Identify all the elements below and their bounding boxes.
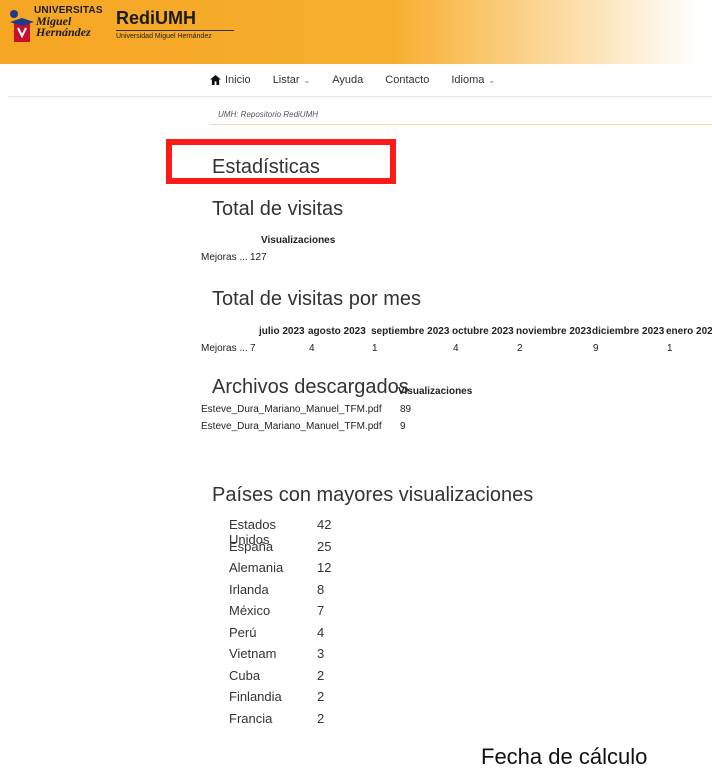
country-name: Irlanda	[229, 581, 269, 597]
country-value: 42	[317, 517, 332, 532]
download-file-name[interactable]: Esteve_Dura_Mariano_Manuel_TFM.pdf	[201, 404, 382, 415]
page-title: Estadísticas	[212, 156, 320, 178]
country-name: Francia	[229, 710, 273, 726]
nav-divider	[8, 96, 712, 97]
chevron-down-icon: ⌄	[488, 75, 496, 85]
nav-contacto-label: Contacto	[385, 74, 430, 86]
countries-heading: Países con mayores visualizaciones	[212, 484, 534, 506]
countries-table: Estados Unidos 42 España 25 Alemania 12 Irl…	[229, 517, 331, 732]
country-value: 7	[317, 603, 325, 618]
country-row: Irlanda 8	[229, 582, 331, 604]
monthly-value: 1	[372, 343, 378, 354]
rediumh-subtitle: Universidad Miguel Hernández	[116, 33, 212, 40]
nav-idioma[interactable]: Idioma ⌄	[451, 70, 495, 90]
calculation-date-label: Fecha de cálculo	[481, 744, 648, 769]
nav-listar[interactable]: Listar ⌄	[273, 70, 311, 90]
umh-logo-name: Miguel Hernández	[36, 14, 91, 39]
monthly-row-label: Mejoras ...	[201, 343, 248, 354]
monthly-value: 4	[309, 343, 315, 354]
nav-listar-label: Listar	[272, 74, 300, 86]
monthly-value: 1	[667, 343, 673, 354]
country-value: 2	[317, 689, 325, 704]
country-value: 3	[317, 646, 325, 661]
total-visits-row-label: Mejoras ...	[201, 252, 248, 263]
rediumh-title: RediUMH	[116, 8, 234, 31]
month-header: noviembre 2023	[516, 326, 592, 337]
chevron-down-icon: ⌄	[303, 75, 311, 85]
country-row: Estados Unidos 42	[229, 517, 332, 547]
nav-contacto[interactable]: Contacto	[385, 70, 429, 90]
month-header: septiembre 2023	[371, 326, 450, 337]
country-row: Cuba 2	[229, 668, 331, 690]
country-name: Perú	[229, 624, 257, 640]
country-row: Perú 4	[229, 625, 331, 647]
country-row: Alemania 12	[229, 560, 331, 582]
nav-ayuda[interactable]: Ayuda	[332, 70, 363, 90]
month-header: enero 202	[666, 326, 712, 337]
month-header: julio 2023	[259, 326, 305, 337]
month-header: diciembre 2023	[592, 326, 665, 337]
country-row: Francia 2	[229, 711, 331, 733]
country-name: Finlandia	[229, 689, 282, 704]
downloads-heading: Archivos descargados	[212, 376, 409, 398]
country-value: 2	[317, 667, 325, 683]
monthly-value: 9	[593, 343, 599, 354]
country-row: Finlandia 2	[229, 689, 331, 711]
country-row: España 25	[229, 539, 331, 561]
country-value: 8	[317, 581, 325, 597]
monthly-value: 7	[250, 343, 256, 354]
country-value: 12	[317, 560, 332, 575]
month-header: agosto 2023	[308, 326, 366, 337]
total-visits-row-value: 127	[250, 252, 267, 263]
country-value: 4	[317, 624, 325, 640]
monthly-value: 4	[453, 343, 459, 354]
total-visits-column-header: Visualizaciones	[261, 235, 336, 246]
download-count: 89	[400, 404, 412, 415]
country-name: México	[229, 603, 271, 618]
country-value: 2	[317, 710, 325, 726]
breadcrumb-divider	[210, 124, 712, 125]
country-name: España	[229, 538, 274, 554]
country-name: Estados Unidos	[229, 517, 276, 547]
nav-home[interactable]: Inicio	[210, 70, 251, 90]
site-header: UNIVERSITAS Miguel Hernández RediUMH Uni…	[0, 0, 712, 64]
nav-idioma-label: Idioma	[451, 74, 485, 86]
country-name: Alemania	[229, 560, 284, 575]
umh-logo[interactable]: UNIVERSITAS Miguel Hernández	[8, 4, 110, 48]
home-icon	[210, 75, 221, 85]
monthly-visits-heading: Total de visitas por mes	[212, 288, 421, 310]
downloads-column-header: Visualizaciones	[398, 386, 473, 397]
country-row: Vietnam 3	[229, 646, 331, 668]
month-header: octubre 2023	[452, 326, 514, 337]
country-row: México 7	[229, 603, 331, 625]
rediumh-logo[interactable]: RediUMH Universidad Miguel Hernández	[116, 8, 234, 40]
nav-home-label: Inicio	[225, 74, 251, 86]
monthly-value: 2	[517, 343, 523, 354]
country-name: Cuba	[229, 667, 261, 683]
country-name: Vietnam	[229, 646, 277, 661]
nav-ayuda-label: Ayuda	[332, 74, 364, 86]
breadcrumb[interactable]: UMH: Repositorio RediUMH	[218, 110, 318, 119]
download-file-name[interactable]: Esteve_Dura_Mariano_Manuel_TFM.pdf	[201, 421, 382, 432]
download-count: 9	[400, 421, 406, 432]
main-nav: Inicio Listar ⌄ Ayuda Contacto Idioma ⌄	[210, 70, 495, 90]
country-value: 25	[317, 538, 332, 554]
total-visits-heading: Total de visitas	[212, 198, 344, 220]
